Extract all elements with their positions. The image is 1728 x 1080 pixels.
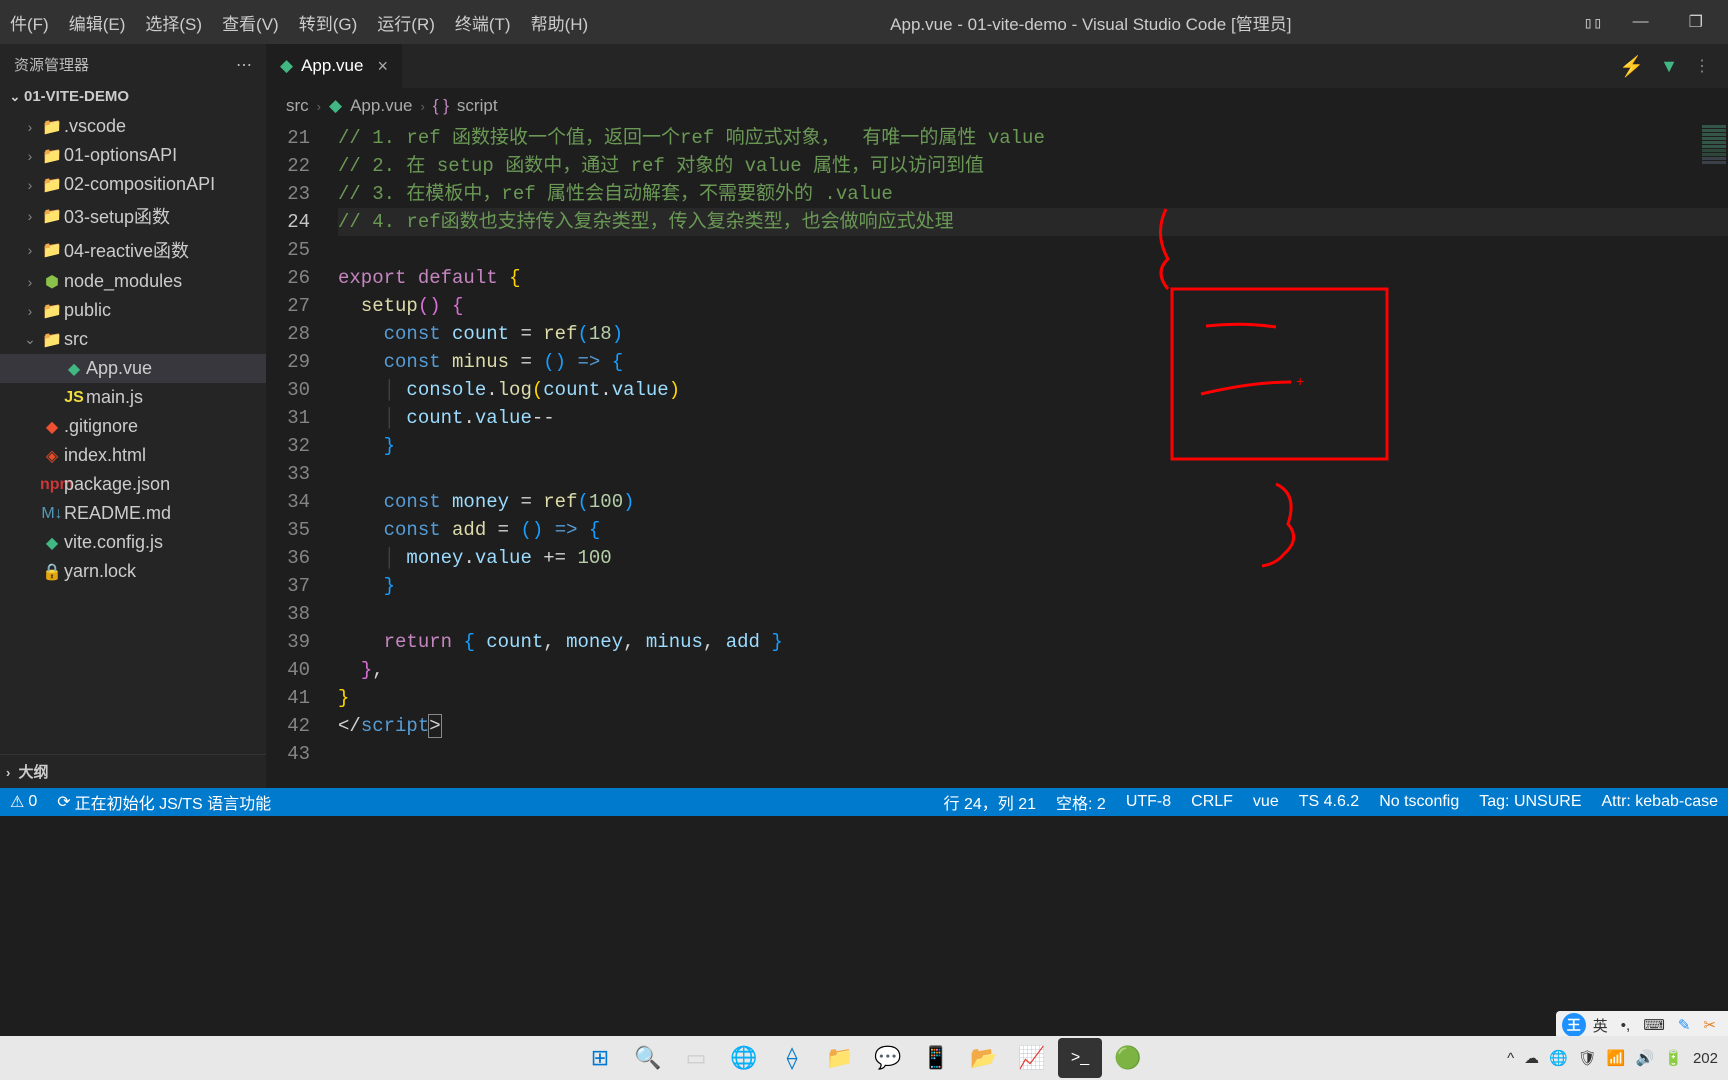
app-qq-icon[interactable]: 💬 <box>866 1038 910 1078</box>
status-attr[interactable]: Attr: kebab-case <box>1592 788 1728 816</box>
window-title: App.vue - 01-vite-demo - Visual Studio C… <box>598 10 1583 35</box>
line-gutter: 2122232425262728293031323334353637383940… <box>266 124 338 788</box>
tab-app-vue[interactable]: ◆ App.vue × <box>266 44 402 88</box>
breadcrumb[interactable]: src › ◆ App.vue › { } script <box>266 88 1728 124</box>
tree-item[interactable]: ›📁02-compositionAPI <box>0 170 266 199</box>
status-encoding[interactable]: UTF-8 <box>1116 788 1181 816</box>
lang-icon[interactable]: 🌐 <box>1549 1049 1568 1067</box>
more-icon[interactable]: ⋮ <box>1694 56 1710 76</box>
chrome-icon[interactable]: 🌐 <box>722 1038 766 1078</box>
menu-item[interactable]: 转到(G) <box>289 10 368 35</box>
task-view-icon[interactable]: ▭ <box>674 1038 718 1078</box>
chevron-right-icon: › <box>317 99 321 114</box>
status-position[interactable]: 行 24，列 21 <box>934 788 1047 816</box>
status-tag[interactable]: Tag: UNSURE <box>1469 788 1591 816</box>
battery-icon[interactable]: 🔋 <box>1664 1049 1683 1067</box>
ime-edit-icon[interactable]: ✎ <box>1672 1016 1697 1034</box>
outline-section[interactable]: › 大纲 <box>0 754 266 788</box>
app-pink-icon[interactable]: 📱 <box>914 1038 958 1078</box>
ime-bar[interactable]: 王 英 •, ⌨ ✎ ✂ <box>1556 1011 1728 1039</box>
taskbar: ⊞ 🔍 ▭ 🌐 ⟠ 📁 💬 📱 📂 📈 >_ 🟢 ^ ☁ 🌐 🛡 📶 🔊 🔋 2… <box>0 1036 1728 1080</box>
clock[interactable]: 202 <box>1693 1050 1718 1067</box>
tree-item[interactable]: M↓README.md <box>0 499 266 528</box>
menu-item[interactable]: 查看(V) <box>212 10 289 35</box>
tree-item[interactable]: ›⬢node_modules <box>0 267 266 296</box>
symbol-icon: { } <box>433 96 449 116</box>
vue-icon: ◆ <box>280 56 293 76</box>
menu-bar: 件(F)编辑(E)选择(S)查看(V)转到(G)运行(R)终端(T)帮助(H) <box>0 0 598 44</box>
ime-keyboard-icon[interactable]: ⌨ <box>1637 1016 1671 1034</box>
minimize-button[interactable]: — <box>1623 13 1659 31</box>
vue-icon: ◆ <box>329 96 342 116</box>
chevron-up-icon[interactable]: ^ <box>1507 1050 1514 1067</box>
terminal-icon[interactable]: >_ <box>1058 1038 1102 1078</box>
vscode-icon[interactable]: ⟠ <box>770 1038 814 1078</box>
tree-item[interactable]: ›📁04-reactive函数 <box>0 233 266 267</box>
volume-icon[interactable]: 🔊 <box>1636 1049 1655 1067</box>
code-editor[interactable]: 2122232425262728293031323334353637383940… <box>266 124 1728 788</box>
vue-icon[interactable]: ▼ <box>1660 56 1678 77</box>
tree-item[interactable]: ◆.gitignore <box>0 412 266 441</box>
search-icon[interactable]: 🔍 <box>626 1038 670 1078</box>
app-green-icon[interactable]: 🟢 <box>1106 1038 1150 1078</box>
start-button[interactable]: ⊞ <box>578 1038 622 1078</box>
app-graph-icon[interactable]: 📈 <box>1010 1038 1054 1078</box>
app-orange-icon[interactable]: 📂 <box>962 1038 1006 1078</box>
more-icon[interactable]: ⋯ <box>236 55 252 75</box>
chevron-right-icon: › <box>420 99 424 114</box>
tree-item[interactable]: npmpackage.json <box>0 470 266 499</box>
wifi-icon[interactable]: 📶 <box>1607 1049 1626 1067</box>
minimap[interactable] <box>1700 124 1728 404</box>
editor-panel: ◆ App.vue × ⚡ ▼ ⋮ src › ◆ App.vue › { } … <box>266 44 1728 788</box>
menu-item[interactable]: 终端(T) <box>445 10 521 35</box>
project-root[interactable]: ⌄ 01-VITE-DEMO <box>0 85 266 108</box>
status-eol[interactable]: CRLF <box>1181 788 1243 816</box>
tree-item[interactable]: ›📁01-optionsAPI <box>0 141 266 170</box>
menu-item[interactable]: 运行(R) <box>367 10 445 35</box>
file-tree: ›📁.vscode›📁01-optionsAPI›📁02-composition… <box>0 108 266 754</box>
security-icon[interactable]: 🛡 <box>1578 1049 1597 1067</box>
tree-item[interactable]: ◆vite.config.js <box>0 528 266 557</box>
breadcrumb-src[interactable]: src <box>286 96 309 116</box>
explorer-sidebar: 资源管理器 ⋯ ⌄ 01-VITE-DEMO ›📁.vscode›📁01-opt… <box>0 44 266 788</box>
ime-badge[interactable]: 王 <box>1562 1013 1586 1037</box>
titlebar: 件(F)编辑(E)选择(S)查看(V)转到(G)运行(R)终端(T)帮助(H) … <box>0 0 1728 44</box>
ime-cut-icon[interactable]: ✂ <box>1697 1016 1722 1034</box>
status-tsconfig[interactable]: No tsconfig <box>1369 788 1469 816</box>
explorer-icon[interactable]: 📁 <box>818 1038 862 1078</box>
explorer-title: 资源管理器 <box>14 54 89 75</box>
menu-item[interactable]: 帮助(H) <box>521 10 599 35</box>
maximize-button[interactable]: ❐ <box>1679 12 1713 32</box>
status-spaces[interactable]: 空格: 2 <box>1046 788 1116 816</box>
menu-item[interactable]: 编辑(E) <box>59 10 136 35</box>
status-init[interactable]: ⟳ 正在初始化 JS/TS 语言功能 <box>47 788 281 816</box>
status-problems[interactable]: ⚠ 0 <box>0 788 47 816</box>
vite-icon[interactable]: ⚡ <box>1619 54 1644 79</box>
tab-label: App.vue <box>301 56 363 76</box>
close-icon[interactable]: × <box>371 56 388 77</box>
tree-item[interactable]: 🔒yarn.lock <box>0 557 266 586</box>
menu-item[interactable]: 件(F) <box>0 10 59 35</box>
layout-icon[interactable]: ▯▯ <box>1583 13 1602 32</box>
tree-item[interactable]: ◈index.html <box>0 441 266 470</box>
code-area[interactable]: // 1. ref 函数接收一个值，返回一个ref 响应式对象， 有唯一的属性 … <box>338 124 1728 788</box>
breadcrumb-symbol[interactable]: script <box>457 96 498 116</box>
tree-item[interactable]: ›📁.vscode <box>0 112 266 141</box>
tree-item[interactable]: ›📁public <box>0 296 266 325</box>
editor-tabs: ◆ App.vue × ⚡ ▼ ⋮ <box>266 44 1728 88</box>
tree-item[interactable]: JSmain.js <box>0 383 266 412</box>
onedrive-icon[interactable]: ☁ <box>1524 1049 1539 1067</box>
tree-item[interactable]: ›📁03-setup函数 <box>0 199 266 233</box>
status-lang[interactable]: vue <box>1243 788 1289 816</box>
breadcrumb-file[interactable]: App.vue <box>350 96 412 116</box>
ime-lang[interactable]: 英 <box>1587 1015 1614 1036</box>
ime-punct-icon[interactable]: •, <box>1615 1017 1636 1034</box>
tree-item[interactable]: ◆App.vue <box>0 354 266 383</box>
statusbar: ⚠ 0 ⟳ 正在初始化 JS/TS 语言功能 行 24，列 21 空格: 2 U… <box>0 788 1728 816</box>
tree-item[interactable]: ⌄📁src <box>0 325 266 354</box>
status-ts[interactable]: TS 4.6.2 <box>1289 788 1369 816</box>
menu-item[interactable]: 选择(S) <box>135 10 212 35</box>
system-tray[interactable]: ^ ☁ 🌐 🛡 📶 🔊 🔋 202 <box>1507 1049 1718 1067</box>
